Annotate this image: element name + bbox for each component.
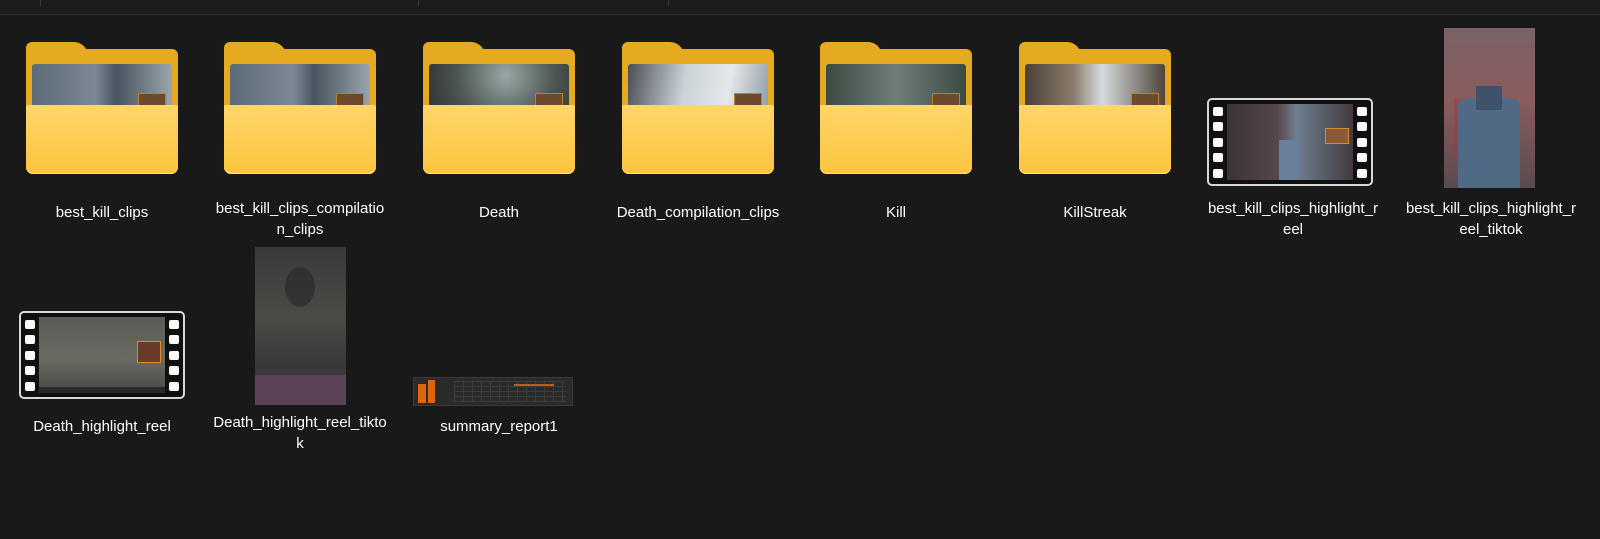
file-name-label: KillStreak [1063,204,1127,221]
folder-item[interactable]: KillStreak [997,30,1193,240]
folder-icon [4,30,200,198]
file-name-label: Death [478,204,520,221]
folder-item[interactable]: best_kill_clips [4,30,200,240]
file-name-label: Death_highlight_reel [33,418,171,435]
file-name-label: Kill [885,204,906,221]
folder-icon [997,30,1193,198]
folder-icon [202,30,398,194]
folder-item[interactable]: Death_compilation_clips [600,30,796,240]
folder-icon [600,30,796,198]
file-name-label: best_kill_clips_highlight_reel [1207,200,1379,238]
video-item[interactable]: best_kill_clips_highlight_reel_tiktok [1393,28,1589,240]
image-item[interactable]: summary_report1 [401,244,597,454]
video-thumbnail [202,244,398,408]
file-name-label: Death_highlight_reel_tiktok [213,414,387,452]
image-thumbnail-icon [401,244,597,412]
video-film-icon [1195,30,1391,194]
file-grid: best_kill_clips best_kill_clips_compilat… [0,0,1600,539]
video-item[interactable]: Death_highlight_reel_tiktok [202,244,398,454]
folder-item[interactable]: Death [401,30,597,240]
file-name-label: best_kill_clips_compilation_clips [215,200,385,238]
video-film-icon [4,244,200,412]
video-item[interactable]: best_kill_clips_highlight_reel [1195,30,1391,240]
file-name-label: summary_report1 [440,418,558,435]
video-thumbnail [1393,28,1589,194]
folder-icon [401,30,597,198]
file-name-label: Death_compilation_clips [616,204,780,221]
folder-item[interactable]: best_kill_clips_compilation_clips [202,30,398,240]
folder-item[interactable]: Kill [798,30,994,240]
folder-icon [798,30,994,198]
file-name-label: best_kill_clips [55,204,149,221]
file-name-label: best_kill_clips_highlight_reel_tiktok [1405,200,1577,238]
video-item[interactable]: Death_highlight_reel [4,244,200,454]
